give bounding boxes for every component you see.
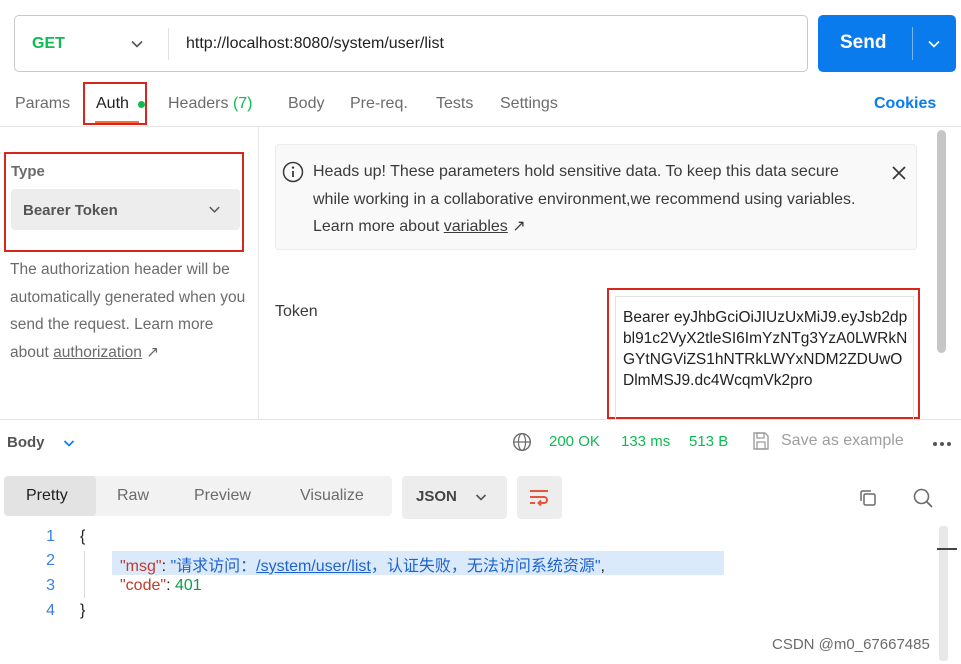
close-brace: } bbox=[80, 602, 86, 619]
response-divider bbox=[0, 419, 961, 420]
watermark: CSDN @m0_67667485 bbox=[772, 636, 930, 653]
json-colon: : bbox=[166, 577, 175, 594]
view-tab-raw[interactable]: Raw bbox=[117, 487, 149, 505]
code-line: 2 "msg": "请求访问：/system/user/list，认证失败，无法… bbox=[0, 552, 930, 576]
auth-type-highlight-box bbox=[4, 152, 244, 252]
line-number: 3 bbox=[46, 577, 55, 594]
scrollbar-marker bbox=[937, 548, 957, 550]
code-line: 4 } bbox=[0, 602, 930, 626]
token-label: Token bbox=[275, 303, 318, 320]
tab-headers[interactable]: Headers (7) bbox=[168, 95, 253, 113]
tab-headers-count: (7) bbox=[232, 95, 253, 112]
format-select[interactable]: JSON bbox=[402, 476, 507, 519]
wrap-lines-icon bbox=[530, 490, 548, 507]
response-size[interactable]: 513 B bbox=[689, 433, 728, 450]
more-options-icon[interactable] bbox=[932, 441, 952, 447]
tab-tests[interactable]: Tests bbox=[436, 95, 473, 113]
response-time[interactable]: 133 ms bbox=[621, 433, 670, 450]
send-button[interactable]: Send bbox=[818, 15, 956, 72]
json-key-code: "code" bbox=[120, 577, 167, 594]
response-scrollbar[interactable] bbox=[939, 526, 948, 661]
msg-suffix: ，认证失败，无法访问系统资源" bbox=[370, 558, 601, 575]
sensitive-data-notice: Heads up! These parameters hold sensitiv… bbox=[275, 144, 917, 250]
auth-description: The authorization header will be automat… bbox=[10, 256, 250, 366]
token-input[interactable]: Bearer eyJhbGciOiJIUzUxMiJ9.eyJsb2dpbl91… bbox=[623, 307, 908, 391]
json-comma: , bbox=[600, 558, 605, 575]
chevron-down-icon bbox=[475, 494, 487, 501]
format-label: JSON bbox=[416, 488, 457, 505]
line-number: 2 bbox=[46, 552, 55, 569]
method-label: GET bbox=[32, 35, 65, 52]
code-line: 3 "code": 401 bbox=[0, 577, 930, 601]
tabs-divider bbox=[0, 126, 961, 127]
close-icon[interactable] bbox=[890, 164, 908, 182]
save-as-example-button[interactable]: Save as example bbox=[781, 432, 904, 450]
globe-icon[interactable] bbox=[512, 432, 532, 452]
status-code[interactable]: 200 OK bbox=[549, 433, 600, 450]
info-icon bbox=[282, 161, 304, 183]
view-tab-visualize[interactable]: Visualize bbox=[300, 487, 364, 505]
line-number: 4 bbox=[46, 602, 55, 619]
auth-pane-scrollbar[interactable] bbox=[937, 130, 946, 353]
request-bar: GET http://localhost:8080/system/user/li… bbox=[14, 15, 808, 72]
view-tab-preview[interactable]: Preview bbox=[194, 487, 251, 505]
send-label: Send bbox=[840, 32, 887, 53]
msg-prefix: "请求访问： bbox=[170, 558, 257, 575]
msg-path-link[interactable]: /system/user/list bbox=[256, 558, 371, 575]
auth-pane-divider bbox=[258, 127, 259, 419]
external-link-icon: ↗ bbox=[146, 343, 160, 361]
code-line-msg: "msg": "请求访问：/system/user/list，认证失败，无法访问… bbox=[120, 552, 605, 576]
auth-tab-highlight-box bbox=[83, 82, 147, 125]
chevron-down-icon[interactable] bbox=[62, 436, 76, 450]
url-separator bbox=[168, 28, 169, 60]
open-brace: { bbox=[80, 528, 86, 545]
json-value-msg: "请求访问：/system/user/list，认证失败，无法访问系统资源" bbox=[170, 558, 600, 575]
code-line-code: "code": 401 bbox=[120, 577, 202, 595]
variables-link[interactable]: variables bbox=[444, 218, 508, 235]
response-view-tabs: Pretty Raw Preview Visualize bbox=[4, 476, 392, 516]
copy-icon[interactable] bbox=[858, 488, 878, 508]
chevron-down-icon[interactable] bbox=[926, 36, 942, 52]
method-select[interactable]: GET bbox=[15, 16, 167, 71]
tab-settings[interactable]: Settings bbox=[500, 95, 558, 113]
tab-body[interactable]: Body bbox=[288, 95, 324, 113]
code-line: 1 { bbox=[0, 528, 930, 552]
wrap-lines-button[interactable] bbox=[517, 476, 562, 519]
external-link-icon: ↗ bbox=[512, 218, 526, 235]
json-value-code: 401 bbox=[174, 577, 202, 594]
response-body-label[interactable]: Body bbox=[7, 434, 45, 451]
authorization-link[interactable]: authorization bbox=[53, 344, 142, 361]
line-number: 1 bbox=[46, 528, 55, 545]
url-input[interactable]: http://localhost:8080/system/user/list bbox=[186, 35, 444, 53]
tab-headers-label: Headers bbox=[168, 95, 229, 112]
tab-pre-request[interactable]: Pre-req. bbox=[350, 95, 408, 113]
cookies-link[interactable]: Cookies bbox=[874, 95, 936, 113]
view-tab-pretty[interactable]: Pretty bbox=[26, 487, 68, 505]
save-icon[interactable] bbox=[752, 431, 770, 451]
send-split-divider bbox=[912, 27, 913, 60]
notice-body: Heads up! These parameters hold sensitiv… bbox=[313, 163, 856, 235]
search-icon[interactable] bbox=[912, 487, 934, 509]
chevron-down-icon bbox=[131, 40, 143, 48]
tab-params[interactable]: Params bbox=[15, 95, 70, 113]
json-key-msg: "msg" bbox=[120, 558, 162, 575]
notice-text: Heads up! These parameters hold sensitiv… bbox=[313, 158, 873, 241]
